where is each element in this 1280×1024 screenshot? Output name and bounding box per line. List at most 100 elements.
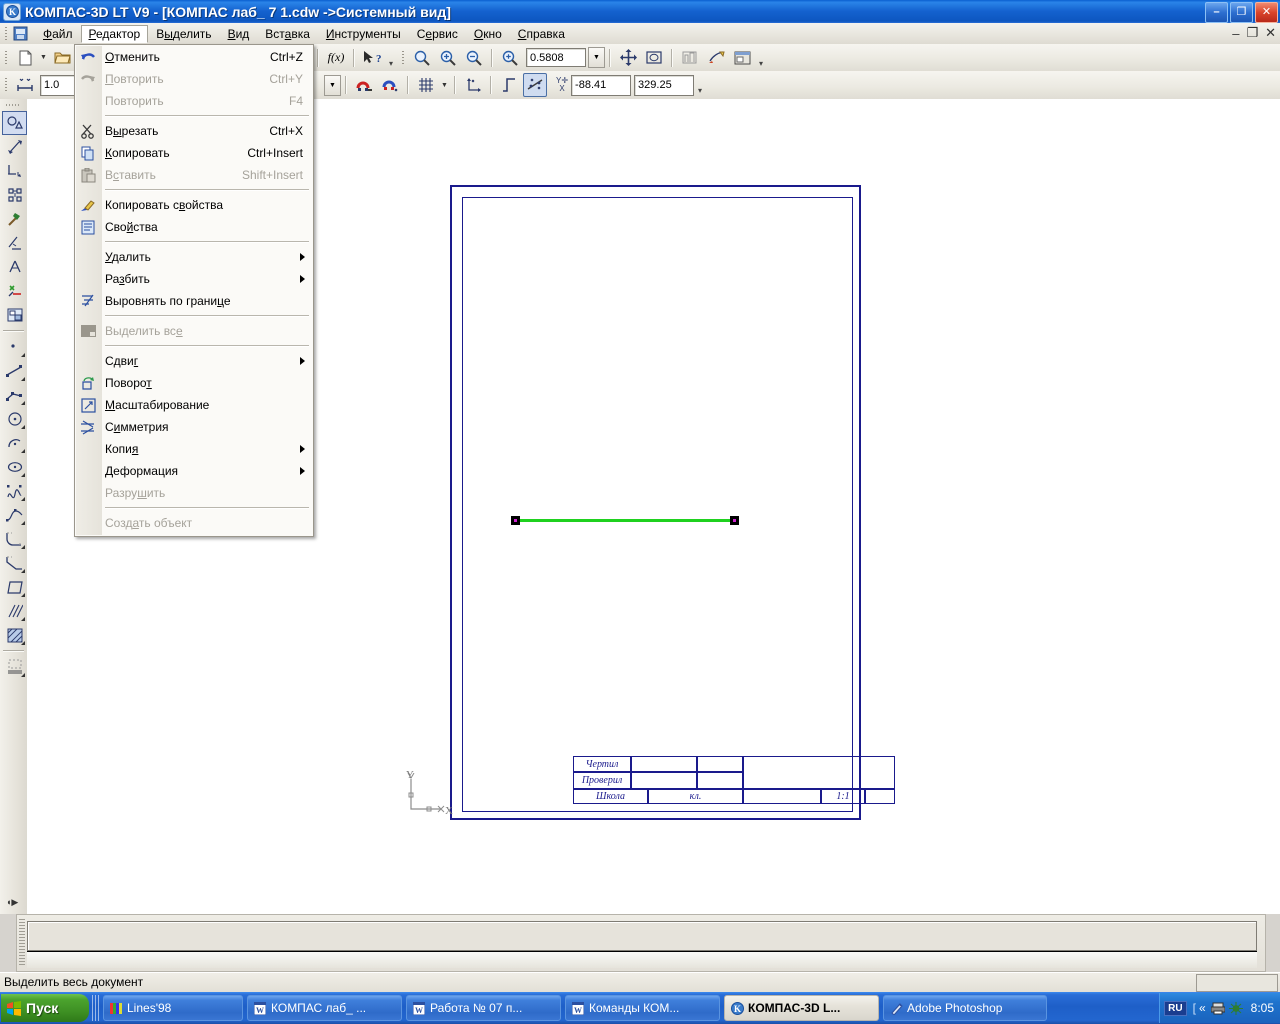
toolbar-grip-state[interactable] <box>3 77 10 93</box>
rectangle-tool-icon[interactable] <box>2 575 27 599</box>
toolbar-overflow-chevron-icon[interactable]: ▾ <box>385 46 397 70</box>
menu-help[interactable]: Справка <box>510 25 573 43</box>
zoom-selection-icon[interactable] <box>498 46 522 70</box>
panel-scroll-arrows-icon[interactable]: ◖▶ <box>6 897 18 908</box>
redraw-icon[interactable] <box>678 46 702 70</box>
coordinate-x-field[interactable]: -88.41 <box>571 74 632 96</box>
toolbar-state-overflow-chevron-icon[interactable]: ▾ <box>694 73 706 97</box>
property-bar-grip[interactable] <box>19 919 25 965</box>
taskbar-item-kompas-3d[interactable]: K КОМПАС-3D L... <box>724 995 879 1021</box>
edit-hammer-icon[interactable] <box>2 207 27 231</box>
hatch-lines-icon[interactable] <box>2 599 27 623</box>
taskbar-handle[interactable] <box>92 995 100 1021</box>
menu-insert[interactable]: Вставка <box>257 25 318 43</box>
chamfer-tool-icon[interactable] <box>2 551 27 575</box>
antivirus-icon[interactable] <box>1228 1001 1243 1015</box>
menu-item-destroy[interactable]: Разрушить <box>75 482 313 504</box>
mdi-restore-button[interactable]: ❐ <box>1246 25 1258 41</box>
menu-item-shift[interactable]: Сдвиг <box>75 350 313 372</box>
fillet-tool-icon[interactable] <box>2 527 27 551</box>
menu-item-paste[interactable]: Вставить Shift+Insert <box>75 164 313 186</box>
close-button[interactable]: ✕ <box>1255 2 1278 23</box>
menu-item-delete[interactable]: Удалить <box>75 246 313 268</box>
menu-select[interactable]: Выделить <box>148 25 219 43</box>
spline-nurbs-icon[interactable] <box>2 479 27 503</box>
polyline-tool-icon[interactable] <box>2 383 27 407</box>
menu-item-split[interactable]: Разбить <box>75 268 313 290</box>
menu-item-align-to-edge[interactable]: Выровнять по границе <box>75 290 313 312</box>
compact-panel-grip[interactable] <box>6 101 21 110</box>
geometry-panel-icon[interactable] <box>2 111 27 135</box>
menu-item-cut[interactable]: Вырезать Ctrl+X <box>75 120 313 142</box>
mdi-minimize-button[interactable]: – <box>1232 26 1239 41</box>
state-dropdown-icon[interactable]: ▼ <box>324 74 341 96</box>
menu-window[interactable]: Окно <box>466 25 510 43</box>
menu-item-select-all[interactable]: Выделить все <box>75 320 313 342</box>
property-bar-content[interactable] <box>27 921 1257 951</box>
bezier-icon[interactable] <box>2 503 27 527</box>
pan-icon[interactable] <box>616 46 640 70</box>
new-document-dropdown-icon[interactable]: ▼ <box>38 47 49 69</box>
menu-item-rotate[interactable]: Поворот <box>75 372 313 394</box>
menu-item-redo[interactable]: Повторить Ctrl+Y <box>75 68 313 90</box>
restrict-angle-icon[interactable] <box>497 73 521 97</box>
equidistant-icon[interactable] <box>2 655 27 679</box>
circle-tool-icon[interactable] <box>2 407 27 431</box>
taskbar-item-komandy-kompas[interactable]: W Команды КОМ... <box>565 995 720 1021</box>
toolbar-view-overflow-chevron-icon[interactable]: ▾ <box>755 46 767 70</box>
zoom-scale-dropdown-icon[interactable]: ▼ <box>588 47 605 68</box>
global-snap-icon[interactable] <box>352 73 376 97</box>
fit-to-window-icon[interactable] <box>642 46 666 70</box>
mdi-close-button[interactable]: ✕ <box>1265 25 1276 41</box>
printer-icon[interactable] <box>1210 1002 1225 1015</box>
parametric-icon[interactable] <box>2 231 27 255</box>
grid-icon[interactable] <box>414 73 438 97</box>
measure-icon[interactable] <box>2 255 27 279</box>
start-button[interactable]: Пуск <box>1 994 89 1022</box>
menu-item-undo[interactable]: Отменить Ctrl+Z <box>75 46 313 68</box>
magnet-snap-icon[interactable] <box>378 73 402 97</box>
menu-item-copy[interactable]: Копировать Ctrl+Insert <box>75 142 313 164</box>
taskbar-item-lines98[interactable]: Lines'98 <box>103 995 243 1021</box>
toolbar-grip-standard[interactable] <box>3 49 10 66</box>
taskbar-item-kompas-lab[interactable]: W КОМПАС лаб_ ... <box>247 995 402 1021</box>
open-folder-icon[interactable] <box>50 46 74 70</box>
maximize-button[interactable]: ❐ <box>1230 2 1253 23</box>
zoom-in-icon[interactable] <box>436 46 460 70</box>
language-indicator[interactable]: RU <box>1164 1000 1187 1016</box>
hatch-tool-icon[interactable] <box>2 623 27 647</box>
line-endpoint-end[interactable] <box>730 516 739 525</box>
menu-item-copy-properties[interactable]: Копировать свойства <box>75 194 313 216</box>
clock[interactable]: 8:05 <box>1251 1001 1274 1015</box>
selection-tool-icon[interactable] <box>2 135 27 159</box>
selected-line-segment[interactable] <box>516 519 731 522</box>
menubar-grip[interactable] <box>3 25 10 42</box>
coordinate-y-field[interactable]: 329.25 <box>634 74 695 96</box>
zoom-scale-value[interactable]: 0.5808 <box>526 48 586 67</box>
snap-toggle-icon[interactable] <box>523 73 547 97</box>
whats-this-icon[interactable]: ? <box>360 46 384 70</box>
refresh-icon[interactable] <box>704 46 728 70</box>
menu-item-properties[interactable]: Свойства <box>75 216 313 238</box>
taskbar-item-photoshop[interactable]: Adobe Photoshop <box>883 995 1047 1021</box>
menu-service[interactable]: Сервис <box>409 25 466 43</box>
local-coordinate-system-icon[interactable] <box>461 73 485 97</box>
view-manager-icon[interactable] <box>2 303 27 327</box>
toolbar-grip-view[interactable] <box>400 49 407 66</box>
zoom-window-icon[interactable] <box>410 46 434 70</box>
menu-item-repeat[interactable]: Повторить F4 <box>75 90 313 112</box>
line-endpoint-start[interactable] <box>511 516 520 525</box>
menu-item-scale[interactable]: Масштабирование <box>75 394 313 416</box>
minimize-button[interactable]: – <box>1205 2 1228 23</box>
zoom-out-icon[interactable] <box>462 46 486 70</box>
property-bar-tabs[interactable] <box>27 951 1257 968</box>
menu-view[interactable]: Вид <box>220 25 258 43</box>
dimensions-tool-icon[interactable] <box>2 159 27 183</box>
menu-editor[interactable]: Редактор <box>80 24 149 43</box>
designation-tool-icon[interactable] <box>2 183 27 207</box>
menu-item-mirror[interactable]: Симметрия <box>75 416 313 438</box>
function-fx-icon[interactable]: f(x) <box>324 46 348 70</box>
line-tool-icon[interactable] <box>2 359 27 383</box>
menu-tools[interactable]: Инструменты <box>318 25 409 43</box>
taskbar-item-rabota-07[interactable]: W Работа № 07 п... <box>406 995 561 1021</box>
